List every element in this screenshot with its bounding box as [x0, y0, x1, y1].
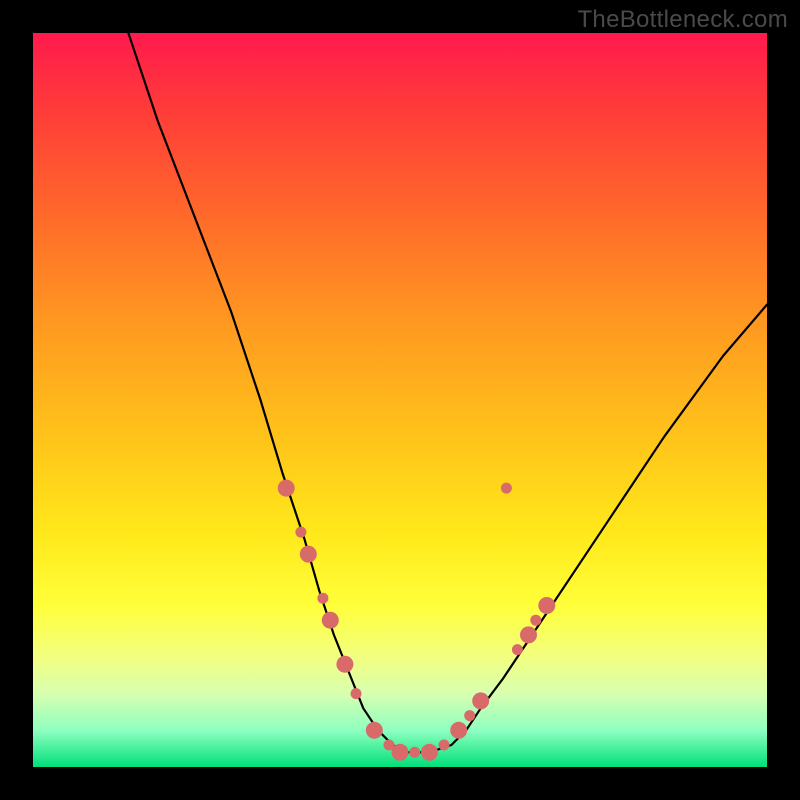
curve-marker: [538, 597, 555, 614]
curve-marker: [336, 656, 353, 673]
curve-markers-small: [281, 483, 553, 758]
curve-marker: [512, 644, 523, 655]
curve-marker: [464, 710, 475, 721]
curve-marker: [439, 740, 450, 751]
curve-marker: [409, 747, 420, 758]
curve-marker: [322, 612, 339, 629]
chart-plot-area: [33, 33, 767, 767]
bottleneck-curve: [128, 33, 767, 752]
curve-marker: [300, 546, 317, 563]
curve-marker: [530, 615, 541, 626]
curve-marker: [450, 722, 467, 739]
curve-markers-big: [278, 480, 556, 761]
curve-marker: [351, 688, 362, 699]
curve-marker: [472, 692, 489, 709]
curve-marker: [392, 744, 409, 761]
watermark-text: TheBottleneck.com: [577, 6, 788, 34]
curve-marker: [278, 480, 295, 497]
curve-marker: [366, 722, 383, 739]
outer-frame: TheBottleneck.com: [0, 0, 800, 800]
chart-svg: [33, 33, 767, 767]
curve-marker: [520, 626, 537, 643]
curve-marker: [501, 483, 512, 494]
curve-marker: [295, 527, 306, 538]
curve-marker: [317, 593, 328, 604]
curve-marker: [421, 744, 438, 761]
